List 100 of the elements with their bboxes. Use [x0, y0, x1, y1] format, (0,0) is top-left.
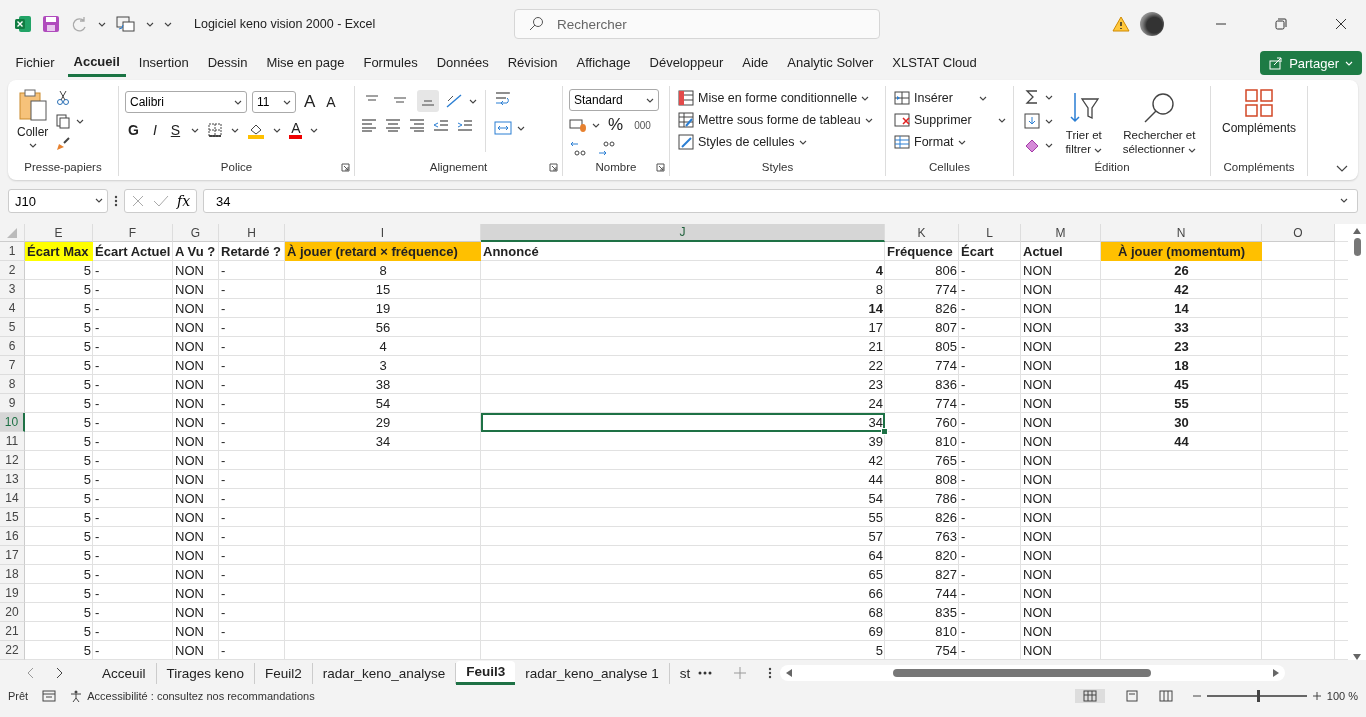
underline-button[interactable]: S	[167, 122, 184, 138]
horizontal-scrollbar[interactable]	[780, 665, 1286, 681]
wrap-text-icon[interactable]	[494, 90, 512, 108]
caret-icon[interactable]	[310, 127, 319, 133]
caret-icon[interactable]	[646, 98, 654, 103]
sheet-tab[interactable]: Feuil3	[456, 661, 516, 685]
caret-icon[interactable]	[469, 98, 477, 104]
excel-logo-icon[interactable]	[14, 15, 32, 33]
currency-icon[interactable]	[569, 117, 587, 133]
column-header[interactable]: J	[481, 224, 885, 242]
row-header[interactable]: 13	[0, 470, 25, 489]
ribbon-tab[interactable]: Formules	[357, 49, 424, 77]
caret-icon[interactable]	[978, 95, 987, 101]
previous-sheet-icon[interactable]	[26, 667, 34, 679]
thousands-button[interactable]: 000	[631, 119, 654, 131]
column-header[interactable]: F	[93, 224, 173, 242]
row-header[interactable]: 9	[0, 394, 25, 413]
styles-menu-button[interactable]: Styles de cellules	[676, 133, 809, 151]
row-header[interactable]: 14	[0, 489, 25, 508]
row-header[interactable]: 12	[0, 451, 25, 470]
ribbon-tab[interactable]: Aide	[736, 49, 775, 77]
caret-icon[interactable]	[1045, 142, 1053, 148]
scrollbar-thumb[interactable]	[1353, 238, 1361, 256]
page-layout-icon[interactable]	[1124, 689, 1139, 702]
caret-icon[interactable]	[798, 139, 807, 145]
caret-icon[interactable]	[861, 95, 870, 101]
scroll-up-icon[interactable]	[1353, 228, 1361, 234]
row-header[interactable]: 10	[0, 413, 25, 432]
paste-button[interactable]: Coller	[14, 86, 52, 150]
row-header[interactable]: 16	[0, 527, 25, 546]
touch-mode-icon[interactable]	[116, 15, 136, 33]
ribbon-tab[interactable]: Données	[430, 49, 495, 77]
row-header[interactable]: 2	[0, 261, 25, 280]
caret-icon[interactable]	[146, 21, 154, 27]
caret-icon[interactable]	[1045, 118, 1053, 124]
sheet-tab[interactable]: Feuil2	[255, 662, 313, 684]
caret-icon[interactable]	[957, 139, 966, 145]
brush-icon[interactable]	[55, 136, 72, 152]
caret-icon[interactable]	[191, 127, 200, 133]
column-header[interactable]: N	[1101, 224, 1262, 242]
caret-icon[interactable]	[76, 118, 85, 124]
ribbon-tab[interactable]: Accueil	[67, 49, 126, 77]
row-header[interactable]: 6	[0, 337, 25, 356]
caret-icon[interactable]	[98, 21, 106, 27]
sort-filter-button[interactable]: Trier et filtrer	[1057, 89, 1111, 159]
column-header[interactable]: I	[285, 224, 481, 242]
shrink-font-button[interactable]: A	[323, 94, 339, 110]
customize-toolbar-icon[interactable]	[164, 21, 172, 27]
ribbon-tab[interactable]: Mise en page	[260, 49, 351, 77]
sheet-tab[interactable]: Tirages keno	[156, 662, 256, 684]
copy-icon[interactable]	[55, 113, 72, 129]
scrollbar-thumb[interactable]	[893, 669, 1152, 677]
align-right-icon[interactable]	[409, 118, 425, 132]
sheet-tab[interactable]: radar_keno_analyse 1	[515, 662, 670, 684]
row-header[interactable]: 20	[0, 603, 25, 622]
align-left-icon[interactable]	[361, 118, 377, 132]
row-header[interactable]: 1	[0, 242, 25, 261]
cells-menu-button[interactable]: Supprimer	[892, 111, 1008, 129]
font-size-field[interactable]: 11	[252, 91, 296, 113]
expand-icon[interactable]	[1340, 198, 1348, 203]
more-options-icon[interactable]	[114, 194, 118, 208]
column-header[interactable]: E	[25, 224, 93, 242]
sheet-tab[interactable]: Acceuil	[92, 662, 157, 684]
find-select-button[interactable]: Rechercher et sélectionner	[1114, 89, 1204, 159]
formula-field[interactable]: 34	[203, 189, 1358, 213]
search-field[interactable]: Rechercher	[514, 9, 880, 39]
font-name-field[interactable]: Calibri	[125, 91, 247, 113]
ribbon-tab[interactable]: Fichier	[9, 49, 61, 77]
styles-menu-button[interactable]: Mise en forme conditionnelle	[676, 89, 872, 107]
save-icon[interactable]	[42, 15, 60, 33]
row-header[interactable]: 19	[0, 584, 25, 603]
name-box[interactable]: J10	[8, 189, 108, 213]
column-header[interactable]: M	[1021, 224, 1101, 242]
ribbon-tab[interactable]: Affichage	[570, 49, 637, 77]
ribbon-tab[interactable]: Insertion	[132, 49, 195, 77]
caret-icon[interactable]	[1094, 147, 1103, 153]
row-header[interactable]: 21	[0, 622, 25, 641]
increase-decimal-icon[interactable]	[569, 139, 587, 157]
italic-button[interactable]: I	[149, 122, 160, 138]
row-header[interactable]: 4	[0, 299, 25, 318]
row-header[interactable]: 8	[0, 375, 25, 394]
increase-indent-icon[interactable]	[457, 118, 473, 132]
eraser-icon[interactable]	[1024, 137, 1040, 153]
percent-button[interactable]: %	[605, 115, 627, 135]
row-header[interactable]: 15	[0, 508, 25, 527]
caret-icon[interactable]	[517, 125, 525, 131]
row-header[interactable]: 22	[0, 641, 25, 660]
column-header[interactable]: K	[885, 224, 959, 242]
collapse-ribbon-icon[interactable]	[1336, 165, 1348, 172]
user-avatar[interactable]	[1140, 12, 1164, 36]
accessibility-button[interactable]: Accessibilité : consultez nos recommandations	[70, 689, 315, 702]
sheet-tab[interactable]: st	[669, 662, 693, 684]
merge-cells-icon[interactable]	[494, 120, 512, 136]
normal-view-button[interactable]	[1074, 688, 1105, 703]
caret-icon[interactable]	[864, 117, 873, 123]
sheet-stats-icon[interactable]	[42, 689, 57, 702]
font-color-button[interactable]: A	[289, 121, 303, 139]
grow-font-button[interactable]: A	[301, 92, 319, 112]
number-format-field[interactable]: Standard	[569, 89, 659, 111]
decrease-decimal-icon[interactable]	[597, 139, 615, 157]
